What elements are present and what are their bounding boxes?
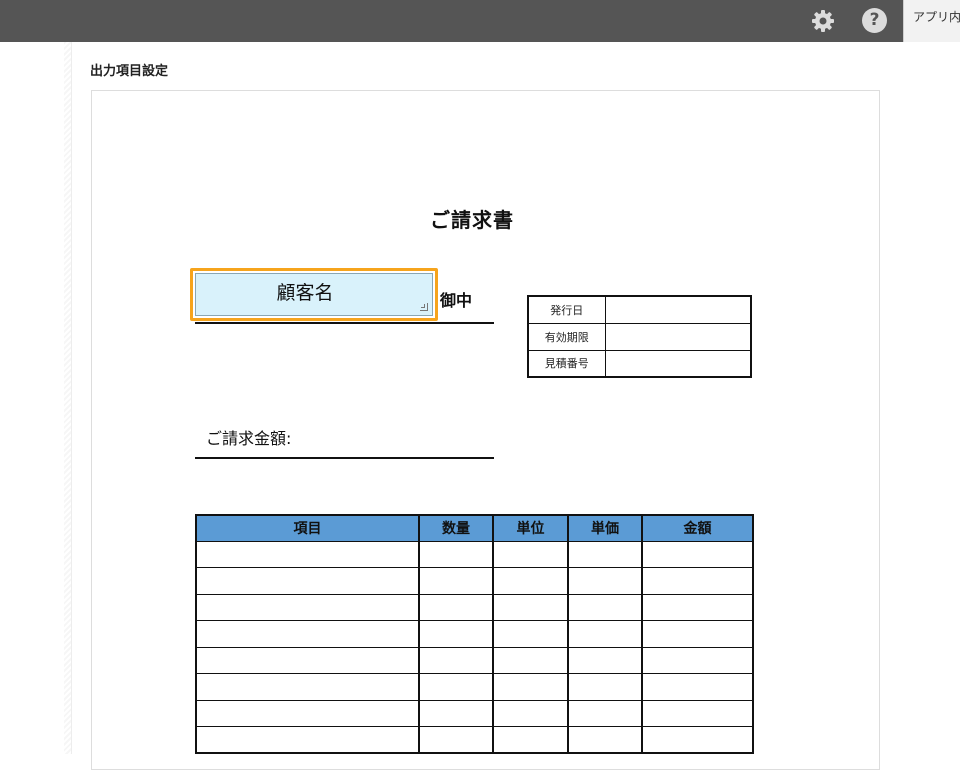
table-row: 有効期限 [527, 322, 752, 351]
info-value[interactable] [604, 349, 752, 378]
question-circle-icon[interactable]: ? [862, 8, 887, 33]
table-cell[interactable] [418, 673, 494, 701]
table-cell[interactable] [641, 726, 754, 754]
amount-underline [195, 457, 494, 459]
info-label: 発行日 [527, 295, 606, 324]
column-header-unit: 単位 [492, 514, 569, 542]
table-cell[interactable] [195, 699, 420, 727]
table-cell[interactable] [195, 593, 420, 621]
table-cell[interactable] [641, 646, 754, 674]
table-cell[interactable] [641, 699, 754, 727]
table-cell[interactable] [567, 540, 643, 568]
table-cell[interactable] [418, 726, 494, 754]
table-cell[interactable] [492, 567, 569, 595]
column-header-amount: 金額 [641, 514, 754, 542]
table-cell[interactable] [492, 699, 569, 727]
column-header-quantity: 数量 [418, 514, 494, 542]
honorific-label: 御中 [440, 291, 473, 310]
table-cell[interactable] [195, 540, 420, 568]
info-value[interactable] [604, 322, 752, 351]
table-cell[interactable] [567, 593, 643, 621]
items-table-body [195, 540, 754, 754]
table-cell[interactable] [492, 673, 569, 701]
table-cell[interactable] [641, 567, 754, 595]
table-cell[interactable] [418, 567, 494, 595]
info-label: 見積番号 [527, 349, 606, 378]
table-cell[interactable] [641, 620, 754, 648]
table-row [195, 699, 754, 727]
info-table: 発行日 有効期限 見積番号 [527, 295, 752, 378]
customer-field-label: 顧客名 [276, 282, 334, 304]
table-cell[interactable] [195, 673, 420, 701]
customer-underline [195, 322, 494, 324]
amount-label: ご請求金額: [206, 429, 292, 448]
table-row [195, 567, 754, 595]
table-cell[interactable] [195, 726, 420, 754]
table-row: 見積番号 [527, 349, 752, 378]
table-cell[interactable] [641, 673, 754, 701]
table-cell[interactable] [195, 620, 420, 648]
table-row [195, 620, 754, 648]
table-row [195, 593, 754, 621]
section-title: 出力項目設定 [90, 64, 169, 79]
table-cell[interactable] [418, 646, 494, 674]
table-header-row: 項目 数量 単位 単価 金額 [195, 514, 754, 542]
table-cell[interactable] [567, 620, 643, 648]
table-cell[interactable] [492, 540, 569, 568]
table-cell[interactable] [567, 646, 643, 674]
table-row [195, 726, 754, 754]
table-cell[interactable] [567, 673, 643, 701]
table-cell[interactable] [418, 593, 494, 621]
table-cell[interactable] [418, 540, 494, 568]
table-row [195, 673, 754, 701]
table-cell[interactable] [567, 567, 643, 595]
table-cell[interactable] [195, 567, 420, 595]
gear-icon[interactable] [809, 7, 837, 35]
info-value[interactable] [604, 295, 752, 324]
info-label: 有効期限 [527, 322, 606, 351]
top-bar: ? アプリ内 [0, 0, 960, 42]
column-header-unit-price: 単価 [567, 514, 643, 542]
column-header-item: 項目 [195, 514, 420, 542]
resize-grip-icon[interactable] [420, 303, 428, 311]
table-cell[interactable] [195, 646, 420, 674]
table-cell[interactable] [567, 726, 643, 754]
table-row [195, 540, 754, 568]
table-row: 発行日 [527, 295, 752, 324]
table-cell[interactable] [418, 699, 494, 727]
table-cell[interactable] [418, 620, 494, 648]
customer-name-field[interactable]: 顧客名 [195, 273, 433, 316]
table-cell[interactable] [641, 540, 754, 568]
table-cell[interactable] [567, 699, 643, 727]
document-title: ご請求書 [430, 208, 514, 232]
table-cell[interactable] [492, 726, 569, 754]
table-cell[interactable] [492, 593, 569, 621]
table-row [195, 646, 754, 674]
table-cell[interactable] [492, 620, 569, 648]
table-cell[interactable] [492, 646, 569, 674]
table-cell[interactable] [641, 593, 754, 621]
app-tab[interactable]: アプリ内 [903, 0, 960, 42]
sidebar-edge [64, 42, 72, 754]
items-table: 項目 数量 単位 単価 金額 [195, 514, 754, 754]
